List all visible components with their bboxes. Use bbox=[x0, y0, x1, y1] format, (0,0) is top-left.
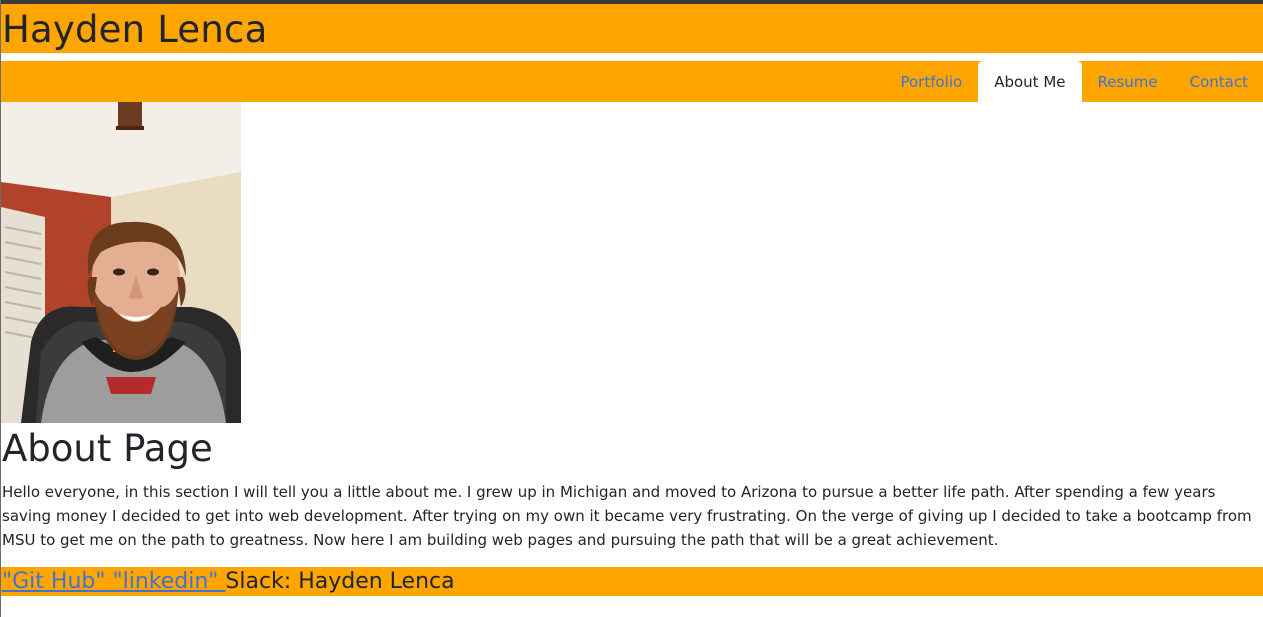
github-link[interactable]: "Git Hub" "linkedin" bbox=[2, 569, 225, 594]
site-footer: "Git Hub" "linkedin" Slack: Hayden Lenca bbox=[1, 567, 1263, 596]
nav-item-resume[interactable]: Resume bbox=[1082, 62, 1174, 102]
github-link-label: "Git Hub" bbox=[2, 569, 106, 594]
linkedin-link-label: "linkedin" bbox=[112, 569, 219, 594]
nav-bar: Portfolio About Me Resume Contact bbox=[1, 61, 1263, 102]
nav-list: Portfolio About Me Resume Contact bbox=[884, 61, 1263, 102]
about-paragraph: Hello everyone, in this section I will t… bbox=[2, 483, 1252, 549]
footer-content: "Git Hub" "linkedin" Slack: Hayden Lenca bbox=[1, 567, 455, 596]
nav-item-contact[interactable]: Contact bbox=[1174, 62, 1263, 102]
page: Hayden Lenca Portfolio About Me Resume C… bbox=[0, 0, 1263, 617]
site-title: Hayden Lenca bbox=[2, 8, 268, 51]
nav-item-portfolio[interactable]: Portfolio bbox=[884, 62, 978, 102]
nav-item-about-me[interactable]: About Me bbox=[978, 61, 1082, 102]
site-header: Hayden Lenca bbox=[1, 4, 1263, 53]
slack-text: Slack: Hayden Lenca bbox=[225, 569, 455, 594]
about-heading: About Page bbox=[2, 427, 213, 470]
profile-photo bbox=[1, 102, 241, 423]
